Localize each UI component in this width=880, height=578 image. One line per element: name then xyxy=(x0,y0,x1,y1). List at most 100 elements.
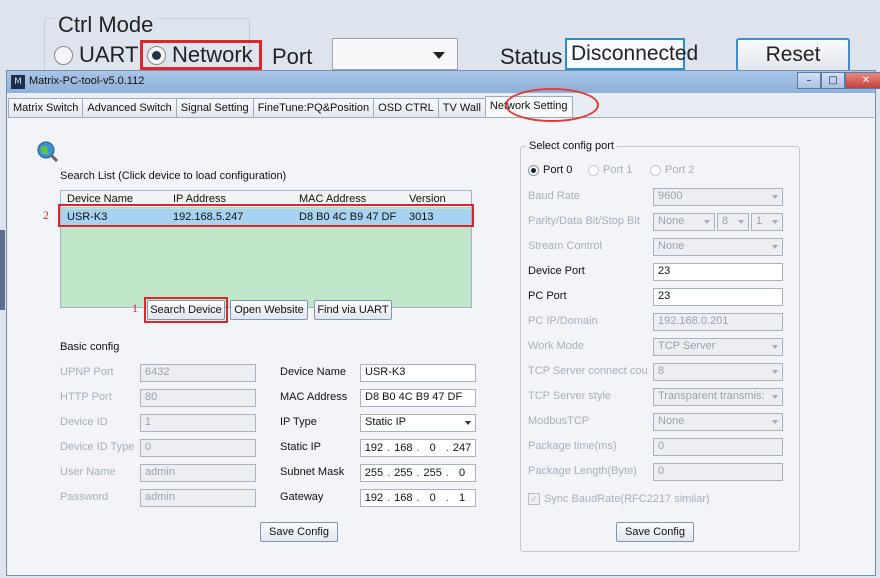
pc-ip-domain-field[interactable]: 192.168.0.201 xyxy=(653,313,783,331)
chevron-down-icon xyxy=(704,220,710,224)
package-time-label: Package time(ms) xyxy=(528,440,617,452)
network-setting-panel: Search List (Click device to load config… xyxy=(8,117,874,575)
app-icon: M xyxy=(11,75,25,89)
chevron-down-icon xyxy=(433,52,445,59)
work-mode-select[interactable]: TCP Server xyxy=(653,338,783,356)
user-name-field[interactable]: admin xyxy=(140,464,256,482)
mac-address-field[interactable]: D8 B0 4C B9 47 DF xyxy=(360,389,476,407)
tab-bar: Matrix Switch Advanced Switch Signal Set… xyxy=(7,95,875,117)
device-id-type-field[interactable]: 0 xyxy=(140,439,256,457)
reset-button[interactable]: Reset xyxy=(736,38,850,72)
ip-octet: 168 xyxy=(394,492,413,504)
sync-baudrate-label: Sync BaudRate(RFC2217 similar) xyxy=(544,493,710,505)
tab-finetune[interactable]: FineTune:PQ&Position xyxy=(252,98,375,117)
chevron-down-icon xyxy=(772,395,778,399)
package-time-field[interactable]: 0 xyxy=(653,438,783,456)
device-name-label: Device Name xyxy=(280,366,347,378)
row-highlight-box xyxy=(58,204,474,227)
chevron-down-icon xyxy=(772,245,778,249)
device-id-label: Device ID xyxy=(60,416,108,428)
radio-selected-icon xyxy=(528,164,539,176)
config-port-title: Select config port xyxy=(526,140,617,152)
window-title: Matrix-PC-tool-v5.0.112 xyxy=(29,75,145,87)
step-marker: 1 xyxy=(132,301,138,315)
ip-octet: 192 xyxy=(364,492,384,504)
network-radio[interactable]: Network xyxy=(140,40,262,70)
ip-type-select[interactable]: Static IP xyxy=(360,414,476,432)
ip-octet: 255 xyxy=(423,467,442,479)
ip-octet: 192 xyxy=(364,442,384,454)
parity-select[interactable]: None xyxy=(653,213,715,231)
save-port-config-button[interactable]: Save Config xyxy=(616,522,694,542)
minimize-icon[interactable]: – xyxy=(797,72,821,89)
ip-type-label: IP Type xyxy=(280,416,317,428)
maximize-icon[interactable]: □ xyxy=(821,72,845,89)
chevron-down-icon xyxy=(465,421,471,425)
ip-octet: 0 xyxy=(429,492,436,504)
radio-circle-icon xyxy=(650,164,661,176)
tab-osd-ctrl[interactable]: OSD CTRL xyxy=(373,98,439,117)
tcp-server-style-select[interactable]: Transparent transmis: xyxy=(653,388,783,406)
tab-advanced-switch[interactable]: Advanced Switch xyxy=(82,98,177,117)
port-2-radio[interactable]: Port 2 xyxy=(650,164,694,176)
globe-search-icon xyxy=(37,141,58,162)
tcp-server-style-label: TCP Server style xyxy=(528,390,611,402)
modbus-tcp-select[interactable]: None xyxy=(653,413,783,431)
gateway-field[interactable]: 192. 168. 0. 1 xyxy=(360,489,476,507)
port-0-radio[interactable]: Port 0 xyxy=(528,164,572,176)
gateway-label: Gateway xyxy=(280,491,324,503)
upnp-port-label: UPNP Port xyxy=(60,366,114,378)
open-website-button[interactable]: Open Website xyxy=(230,300,308,320)
work-mode-value: TCP Server xyxy=(658,340,716,352)
port-1-label: Port 1 xyxy=(603,164,633,176)
ip-octet: 255 xyxy=(394,467,413,479)
parity-value: None xyxy=(658,215,685,227)
device-port-field[interactable]: 23 xyxy=(653,263,783,281)
uart-radio[interactable]: UART xyxy=(54,42,139,68)
pc-port-field[interactable]: 23 xyxy=(653,288,783,306)
tcp-connect-count-select[interactable]: 8 xyxy=(653,363,783,381)
package-length-field[interactable]: 0 xyxy=(653,463,783,481)
status-label: Status xyxy=(500,44,563,69)
ip-octet: 0 xyxy=(459,467,466,479)
stop-bit-value: 1 xyxy=(756,215,763,227)
stop-bit-select[interactable]: 1 xyxy=(751,213,783,231)
port-select[interactable] xyxy=(332,38,458,70)
modbus-tcp-value: None xyxy=(658,415,685,427)
radio-circle-icon xyxy=(54,45,73,65)
ip-octet: 247 xyxy=(452,442,472,454)
modbus-tcp-label: ModbusTCP xyxy=(528,415,590,427)
title-bar[interactable]: M Matrix-PC-tool-v5.0.112 – □ ✕ xyxy=(7,71,880,93)
data-bits-select[interactable]: 8 xyxy=(717,213,749,231)
search-device-button[interactable]: Search Device xyxy=(147,300,225,320)
stream-control-select[interactable]: None xyxy=(653,238,783,256)
baud-rate-select[interactable]: 9600 xyxy=(653,188,783,206)
port-1-radio[interactable]: Port 1 xyxy=(588,164,632,176)
http-port-label: HTTP Port xyxy=(60,391,112,403)
tcp-server-style-value: Transparent transmis: xyxy=(658,390,765,402)
uart-radio-label: UART xyxy=(79,42,139,67)
device-name-field[interactable]: USR-K3 xyxy=(360,364,476,382)
http-port-field[interactable]: 80 xyxy=(140,389,256,407)
tab-matrix-switch[interactable]: Matrix Switch xyxy=(8,98,84,117)
tab-signal-setting[interactable]: Signal Setting xyxy=(175,98,254,117)
tcp-connect-count-label: TCP Server connect cou xyxy=(528,365,648,377)
tab-tv-wall[interactable]: TV Wall xyxy=(437,98,486,117)
pc-ip-domain-label: PC IP/Domain xyxy=(528,315,598,327)
upnp-port-field[interactable]: 6432 xyxy=(140,364,256,382)
device-id-field[interactable]: 1 xyxy=(140,414,256,432)
password-field[interactable]: admin xyxy=(140,489,256,507)
save-config-button[interactable]: Save Config xyxy=(260,522,338,542)
ip-octet: 1 xyxy=(459,492,466,504)
radio-circle-icon xyxy=(588,164,599,176)
basic-config-title: Basic config xyxy=(60,341,120,353)
window-edge xyxy=(0,230,5,310)
subnet-mask-field[interactable]: 255. 255. 255. 0 xyxy=(360,464,476,482)
device-port-label: Device Port xyxy=(528,265,585,277)
static-ip-field[interactable]: 192. 168. 0. 247 xyxy=(360,439,476,457)
sync-baudrate-checkbox[interactable]: ✓ Sync BaudRate(RFC2217 similar) xyxy=(528,493,710,505)
baud-rate-value: 9600 xyxy=(658,190,683,202)
matrix-tool-window: M Matrix-PC-tool-v5.0.112 – □ ✕ Matrix S… xyxy=(6,70,880,576)
find-via-uart-button[interactable]: Find via UART xyxy=(314,300,392,320)
close-icon[interactable]: ✕ xyxy=(845,72,880,89)
